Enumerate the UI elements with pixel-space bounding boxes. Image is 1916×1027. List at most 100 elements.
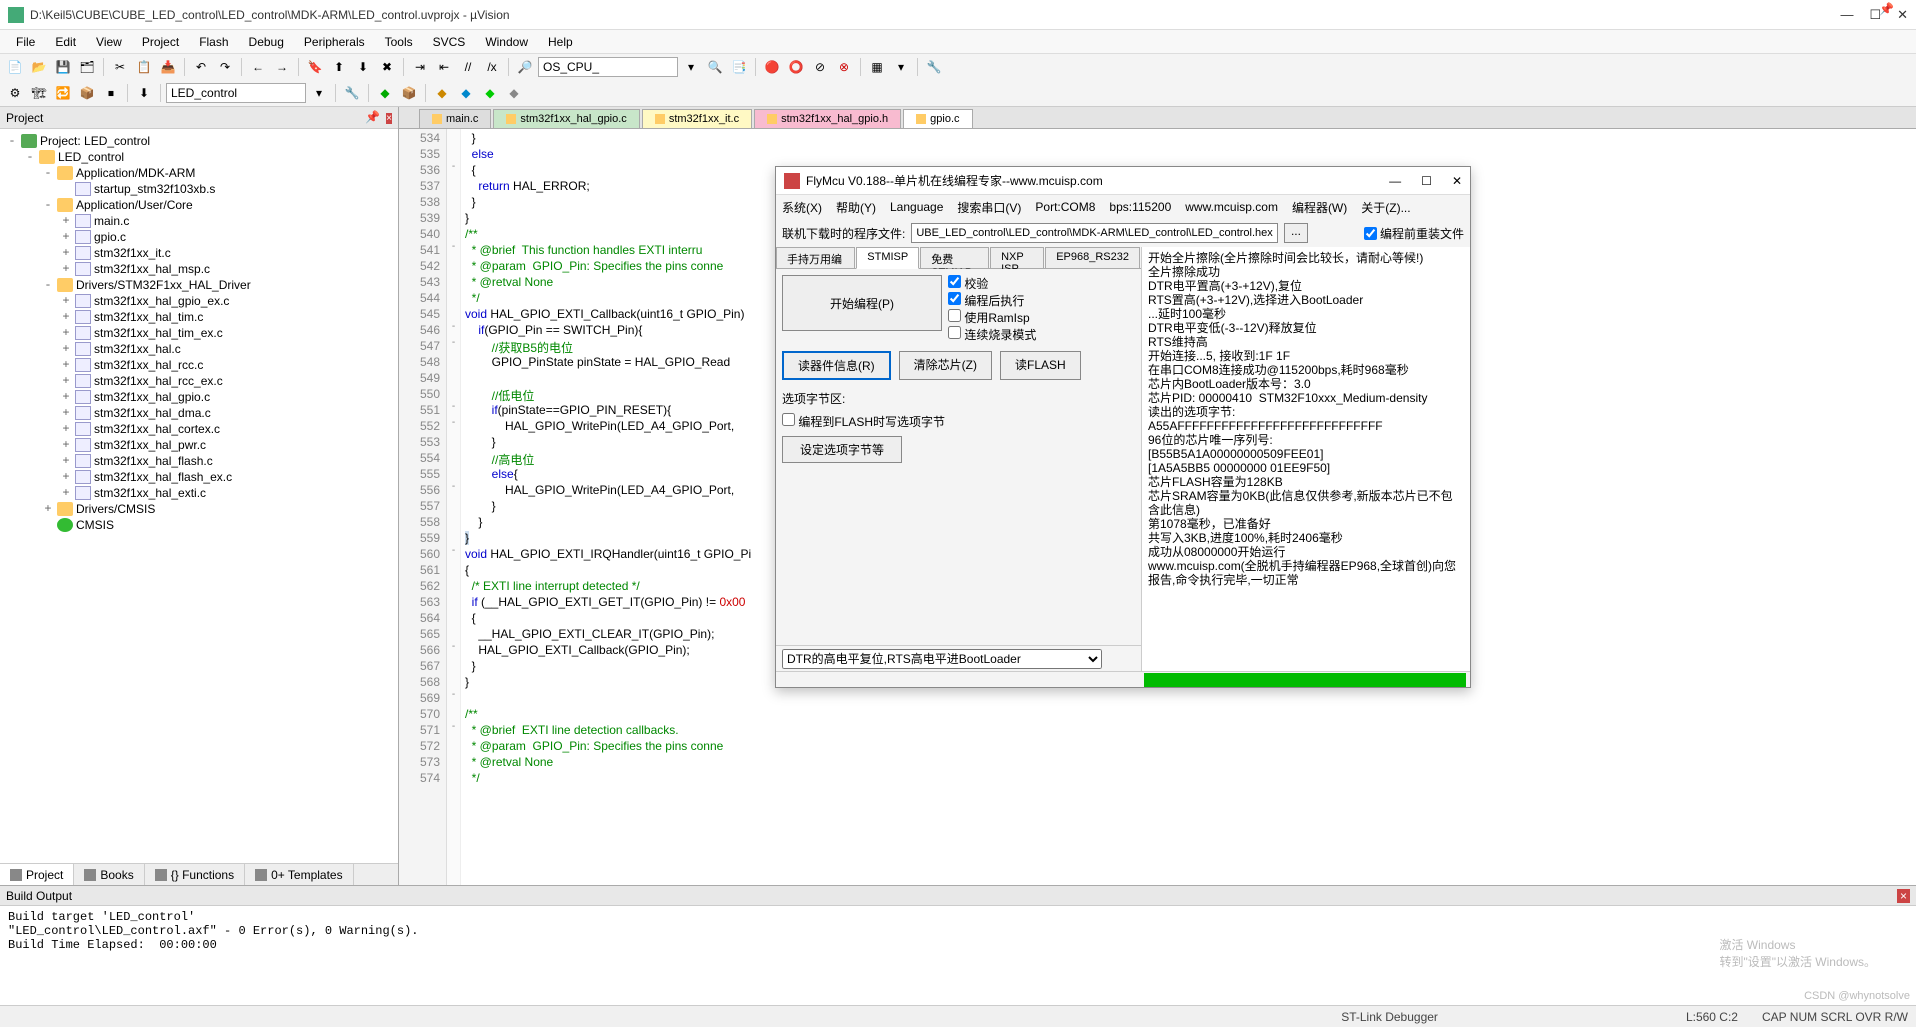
tree-item[interactable]: +stm32f1xx_hal_tim_ex.c — [2, 325, 396, 341]
translate-icon[interactable]: ⚙ — [4, 82, 26, 104]
menu-tools[interactable]: Tools — [375, 33, 423, 51]
flymcu-tab[interactable]: 免费STMIAP — [920, 247, 989, 268]
breakpoint-disable-icon[interactable]: ⊘ — [809, 56, 831, 78]
comment-icon[interactable]: // — [457, 56, 479, 78]
flymcu-check[interactable]: 连续烧录模式 — [948, 326, 1036, 343]
flymcu-action-button[interactable]: 清除芯片(Z) — [899, 351, 992, 380]
build-close-icon[interactable]: × — [1897, 889, 1910, 903]
tree-toggle-icon[interactable]: + — [42, 502, 54, 516]
manage-icon[interactable]: ◆ — [479, 82, 501, 104]
menu-flash[interactable]: Flash — [189, 33, 238, 51]
select-packs-icon[interactable]: 📦 — [398, 82, 420, 104]
tree-toggle-icon[interactable]: + — [60, 406, 72, 420]
flymcu-menu-item[interactable]: bps:115200 — [1109, 200, 1171, 214]
tree-item[interactable]: +stm32f1xx_hal_cortex.c — [2, 421, 396, 437]
bookmark-icon[interactable]: 🔖 — [304, 56, 326, 78]
flymcu-menu-item[interactable]: 关于(Z)... — [1361, 199, 1410, 216]
file-tab[interactable]: stm32f1xx_hal_gpio.c — [493, 109, 639, 128]
tree-item[interactable]: +stm32f1xx_hal_flash.c — [2, 453, 396, 469]
uncomment-icon[interactable]: /x — [481, 56, 503, 78]
tree-toggle-icon[interactable]: + — [60, 310, 72, 324]
flymcu-hex-path-input[interactable] — [911, 223, 1278, 243]
flymcu-browse-button[interactable]: ... — [1284, 223, 1308, 243]
tree-item[interactable]: +stm32f1xx_hal_exti.c — [2, 485, 396, 501]
panel-tab-functions[interactable]: {} Functions — [145, 864, 245, 885]
tree-toggle-icon[interactable]: + — [60, 326, 72, 340]
bookmark-clear-icon[interactable]: ✖ — [376, 56, 398, 78]
tree-toggle-icon[interactable]: - — [6, 134, 18, 148]
tree-toggle-icon[interactable]: + — [60, 454, 72, 468]
flymcu-write-option-checkbox[interactable]: 编程到FLASH时写选项字节 — [782, 413, 1135, 430]
flymcu-menu-item[interactable]: 帮助(Y) — [836, 199, 876, 216]
layout-dropdown-icon[interactable]: ▾ — [890, 56, 912, 78]
tree-item[interactable]: +stm32f1xx_it.c — [2, 245, 396, 261]
tree-item[interactable]: +Drivers/CMSIS — [2, 501, 396, 517]
tree-item[interactable]: CMSIS — [2, 517, 396, 533]
flymcu-menu-item[interactable]: 搜索串口(V) — [957, 199, 1021, 216]
breakpoint-toggle-icon[interactable]: ⭕ — [785, 56, 807, 78]
panel-tab-books[interactable]: Books — [74, 864, 144, 885]
find-combo[interactable] — [538, 57, 678, 77]
bookmark-next-icon[interactable]: ⬇ — [352, 56, 374, 78]
flymcu-start-program-button[interactable]: 开始编程(P) — [782, 275, 942, 331]
tree-toggle-icon[interactable]: + — [60, 358, 72, 372]
tree-toggle-icon[interactable]: + — [60, 214, 72, 228]
find-dropdown-icon[interactable]: ▾ — [680, 56, 702, 78]
tree-toggle-icon[interactable]: + — [60, 294, 72, 308]
tree-item[interactable]: +stm32f1xx_hal_msp.c — [2, 261, 396, 277]
bookmark-prev-icon[interactable]: ⬆ — [328, 56, 350, 78]
pack-installer-icon[interactable]: ◆ — [431, 82, 453, 104]
menu-edit[interactable]: Edit — [45, 33, 86, 51]
menu-file[interactable]: File — [6, 33, 45, 51]
tree-toggle-icon[interactable]: + — [60, 486, 72, 500]
file-tab[interactable]: stm32f1xx_hal_gpio.h — [754, 109, 901, 128]
flymcu-action-button[interactable]: 读器件信息(R) — [782, 351, 891, 380]
flymcu-check[interactable]: 编程后执行 — [948, 292, 1036, 309]
file-tab[interactable]: gpio.c — [903, 109, 972, 128]
flymcu-maximize-button[interactable]: ☐ — [1421, 174, 1432, 188]
tree-item[interactable]: +stm32f1xx_hal.c — [2, 341, 396, 357]
stop-build-icon[interactable]: ⏹ — [100, 82, 122, 104]
window-layout-icon[interactable]: ▦ — [866, 56, 888, 78]
panel-close-icon[interactable]: × — [386, 113, 392, 124]
flymcu-tab[interactable]: EP968_RS232 — [1045, 247, 1140, 268]
tree-item[interactable]: -Application/User/Core — [2, 197, 396, 213]
undo-icon[interactable]: ↶ — [190, 56, 212, 78]
tree-toggle-icon[interactable]: + — [60, 470, 72, 484]
minimize-button[interactable]: — — [1840, 7, 1853, 23]
close-button[interactable]: ✕ — [1897, 7, 1908, 23]
target-dropdown-icon[interactable]: ▾ — [308, 82, 330, 104]
save-all-icon[interactable]: 🗂 — [76, 56, 98, 78]
open-file-icon[interactable]: 📂 — [28, 56, 50, 78]
menu-peripherals[interactable]: Peripherals — [294, 33, 375, 51]
save-icon[interactable]: 💾 — [52, 56, 74, 78]
tree-item[interactable]: +stm32f1xx_hal_flash_ex.c — [2, 469, 396, 485]
tree-toggle-icon[interactable]: + — [60, 390, 72, 404]
tree-item[interactable]: startup_stm32f103xb.s — [2, 181, 396, 197]
flymcu-action-button[interactable]: 读FLASH — [1000, 351, 1081, 380]
tree-item[interactable]: -Drivers/STM32F1xx_HAL_Driver — [2, 277, 396, 293]
build-pin-icon[interactable]: 📌 — [1879, 2, 1894, 16]
menu-project[interactable]: Project — [132, 33, 189, 51]
books-icon[interactable]: ◆ — [455, 82, 477, 104]
nav-forward-icon[interactable]: → — [271, 56, 293, 78]
manage-rte-icon[interactable]: ◆ — [374, 82, 396, 104]
menu-view[interactable]: View — [86, 33, 132, 51]
tree-item[interactable]: +gpio.c — [2, 229, 396, 245]
flymcu-set-option-button[interactable]: 设定选项字节等 — [782, 436, 902, 463]
flymcu-menu-item[interactable]: Language — [890, 200, 943, 214]
file-tab[interactable]: main.c — [419, 109, 491, 128]
tree-item[interactable]: +stm32f1xx_hal_gpio_ex.c — [2, 293, 396, 309]
tree-item[interactable]: +stm32f1xx_hal_gpio.c — [2, 389, 396, 405]
new-file-icon[interactable]: 📄 — [4, 56, 26, 78]
indent-icon[interactable]: ⇥ — [409, 56, 431, 78]
paste-icon[interactable]: 📥 — [157, 56, 179, 78]
flymcu-menu-item[interactable]: 编程器(W) — [1292, 199, 1347, 216]
tree-toggle-icon[interactable]: + — [60, 374, 72, 388]
debug-icon[interactable]: 🔴 — [761, 56, 783, 78]
tree-toggle-icon[interactable]: + — [60, 422, 72, 436]
panel-tab-project[interactable]: Project — [0, 864, 74, 885]
cut-icon[interactable]: ✂ — [109, 56, 131, 78]
tree-item[interactable]: +stm32f1xx_hal_rcc_ex.c — [2, 373, 396, 389]
tree-toggle-icon[interactable]: + — [60, 262, 72, 276]
